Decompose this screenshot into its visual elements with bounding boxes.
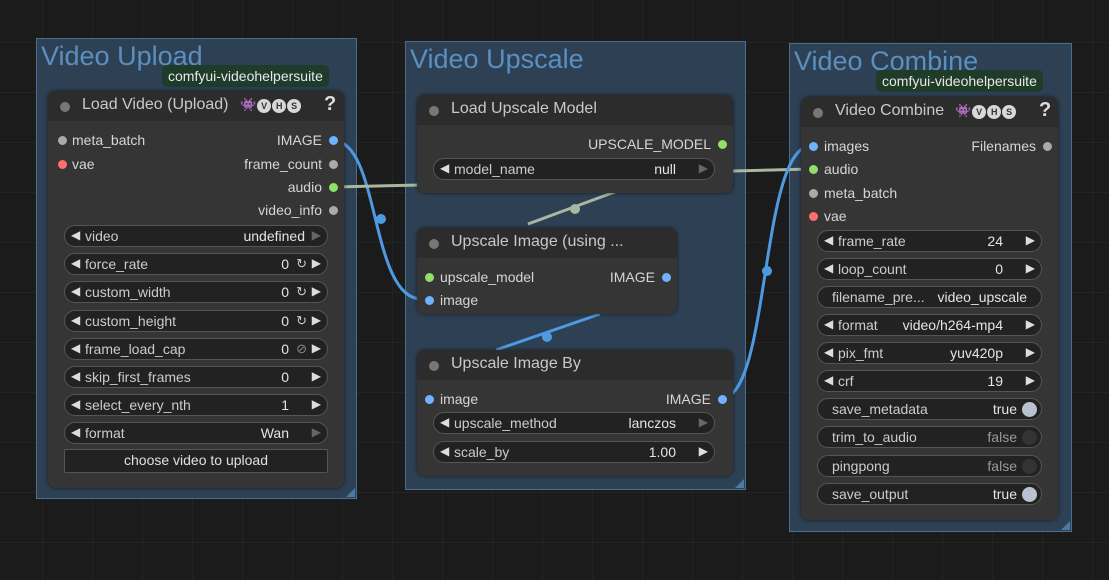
node-title: Upscale Image (using ... (451, 233, 624, 250)
toggle-knob (1022, 459, 1037, 474)
widget-scale-by[interactable]: ◀ scale_by 1.00 ▶ (433, 441, 715, 463)
node-header[interactable]: Upscale Image By (417, 350, 733, 380)
input-audio[interactable]: audio (809, 161, 858, 177)
collapse-dot[interactable] (813, 108, 823, 118)
input-vae[interactable]: vae (58, 156, 95, 172)
collapse-dot[interactable] (429, 361, 439, 371)
widget-force-rate[interactable]: ◀ force_rate 0 ↻ ▶ (64, 253, 328, 275)
node-video-combine[interactable]: Video Combine 👾 V H S ? images audio meta_b… (801, 97, 1058, 520)
link-midpoint (376, 214, 386, 224)
toggle-save-metadata[interactable]: save_metadata true (817, 398, 1042, 420)
node-source-badge: comfyui-videohelpersuite (162, 65, 329, 87)
node-header[interactable]: Upscale Image (using ... (417, 228, 677, 258)
reset-icon: ↻ (296, 313, 307, 328)
input-image[interactable]: image (425, 391, 478, 407)
output-image[interactable]: IMAGE (610, 269, 671, 285)
input-meta-batch[interactable]: meta_batch (58, 132, 145, 148)
widget-filename-prefix[interactable]: filename_pre... video_upscale (817, 286, 1042, 308)
widget-format[interactable]: ◀ format Wan ▶ (64, 422, 328, 444)
toggle-trim-to-audio[interactable]: trim_to_audio false (817, 426, 1042, 448)
collapse-dot[interactable] (429, 106, 439, 116)
toggle-pingpong[interactable]: pingpong false (817, 455, 1042, 477)
node-header[interactable]: Video Combine 👾 V H S ? (801, 97, 1058, 127)
node-load-video[interactable]: Load Video (Upload) 👾 V H S ? meta_batch va… (48, 91, 344, 488)
reset-icon: ↻ (296, 256, 307, 271)
node-load-upscale-model[interactable]: Load Upscale Model UPSCALE_MODEL ◀ model_… (417, 95, 733, 193)
link-midpoint (570, 204, 580, 214)
widget-crf[interactable]: ◀ crf 19 ▶ (817, 370, 1042, 392)
node-upscale-image-by[interactable]: Upscale Image By image IMAGE ◀ upscale_me… (417, 350, 733, 476)
output-video-info[interactable]: video_info (258, 202, 338, 218)
vhs-logo-icon: 👾 V H S (955, 103, 1017, 119)
link-image-to-upscale-by (495, 312, 601, 352)
node-title: Upscale Image By (451, 355, 581, 372)
widget-pix-fmt[interactable]: ◀ pix_fmt yuv420p ▶ (817, 342, 1042, 364)
link-midpoint (762, 266, 772, 276)
node-header[interactable]: Load Upscale Model (417, 95, 733, 125)
toggle-save-output[interactable]: save_output true (817, 483, 1042, 505)
help-icon[interactable]: ? (1039, 99, 1051, 122)
widget-frame-load-cap[interactable]: ◀ frame_load_cap 0 ⊘ ▶ (64, 338, 328, 360)
widget-video[interactable]: ◀ video undefined ▶ (64, 225, 328, 247)
link-midpoint (542, 332, 552, 342)
output-filenames[interactable]: Filenames (971, 138, 1052, 154)
widget-select-every-nth[interactable]: ◀ select_every_nth 1 ▶ (64, 394, 328, 416)
help-icon[interactable]: ? (324, 93, 336, 116)
reset-icon: ↻ (296, 284, 307, 299)
disabled-icon: ⊘ (296, 341, 307, 356)
widget-skip-first-frames[interactable]: ◀ skip_first_frames 0 ▶ (64, 366, 328, 388)
collapse-dot[interactable] (429, 239, 439, 249)
node-source-badge: comfyui-videohelpersuite (876, 70, 1043, 92)
node-title: Video Combine (835, 102, 945, 119)
vhs-logo-icon: 👾 V H S (240, 97, 302, 113)
node-title: Load Video (Upload) (82, 96, 229, 113)
input-image[interactable]: image (425, 292, 478, 308)
toggle-knob (1022, 402, 1037, 417)
widget-frame-rate[interactable]: ◀ frame_rate 24 ▶ (817, 230, 1042, 252)
output-image[interactable]: IMAGE (666, 391, 727, 407)
toggle-knob (1022, 487, 1037, 502)
widget-format[interactable]: ◀ format video/h264-mp4 ▶ (817, 314, 1042, 336)
node-title: Load Upscale Model (451, 100, 597, 117)
input-vae[interactable]: vae (809, 208, 847, 224)
node-upscale-image-using-model[interactable]: Upscale Image (using ... upscale_model i… (417, 228, 677, 314)
output-audio[interactable]: audio (288, 179, 338, 195)
output-frame-count[interactable]: frame_count (244, 156, 338, 172)
collapse-dot[interactable] (60, 102, 70, 112)
upload-button[interactable]: choose video to upload (64, 449, 328, 473)
toggle-knob (1022, 430, 1037, 445)
input-upscale-model[interactable]: upscale_model (425, 269, 534, 285)
widget-custom-width[interactable]: ◀ custom_width 0 ↻ ▶ (64, 281, 328, 303)
widget-loop-count[interactable]: ◀ loop_count 0 ▶ (817, 258, 1042, 280)
widget-model-name[interactable]: ◀ model_name null ▶ (433, 158, 715, 180)
widget-upscale-method[interactable]: ◀ upscale_method lanczos ▶ (433, 412, 715, 434)
node-header[interactable]: Load Video (Upload) 👾 V H S ? (48, 91, 344, 121)
input-images[interactable]: images (809, 138, 869, 154)
output-upscale-model[interactable]: UPSCALE_MODEL (588, 136, 727, 152)
output-image[interactable]: IMAGE (277, 132, 338, 148)
widget-custom-height[interactable]: ◀ custom_height 0 ↻ ▶ (64, 310, 328, 332)
input-meta-batch[interactable]: meta_batch (809, 185, 897, 201)
